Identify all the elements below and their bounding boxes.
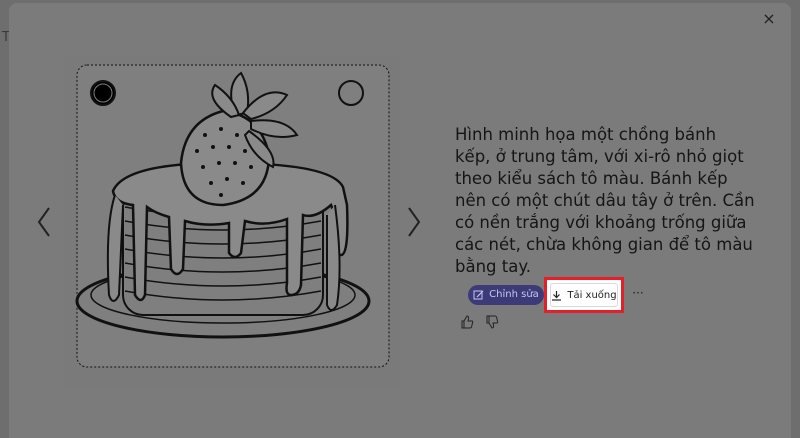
thumbs-down-icon [486, 315, 499, 329]
edit-button-label: Chỉnh sửa [489, 289, 539, 300]
more-options-button[interactable]: ··· [631, 285, 645, 305]
thumbs-up-icon [461, 315, 474, 329]
image-viewer-modal: × Hình minh họa một chồng bánh kếp, ở tr… [9, 3, 791, 438]
download-button-label: Tải xuống [567, 289, 617, 301]
image-description: Hình minh họa một chồng bánh kếp, ở trun… [455, 125, 755, 276]
chevron-left-icon [37, 207, 50, 237]
generated-image[interactable] [65, 55, 401, 387]
chevron-right-icon [408, 207, 421, 237]
close-icon[interactable]: × [761, 11, 777, 27]
download-highlight-box: Tải xuống [544, 277, 624, 313]
dislike-button[interactable] [485, 315, 501, 331]
edit-button[interactable]: Chỉnh sửa [468, 285, 544, 305]
pancake-illustration [75, 64, 390, 368]
download-button[interactable]: Tải xuống [550, 283, 618, 307]
edit-icon [473, 290, 484, 299]
download-icon [552, 290, 562, 301]
previous-image-button[interactable] [35, 205, 55, 239]
like-button[interactable] [460, 315, 476, 331]
next-image-button[interactable] [403, 205, 423, 239]
